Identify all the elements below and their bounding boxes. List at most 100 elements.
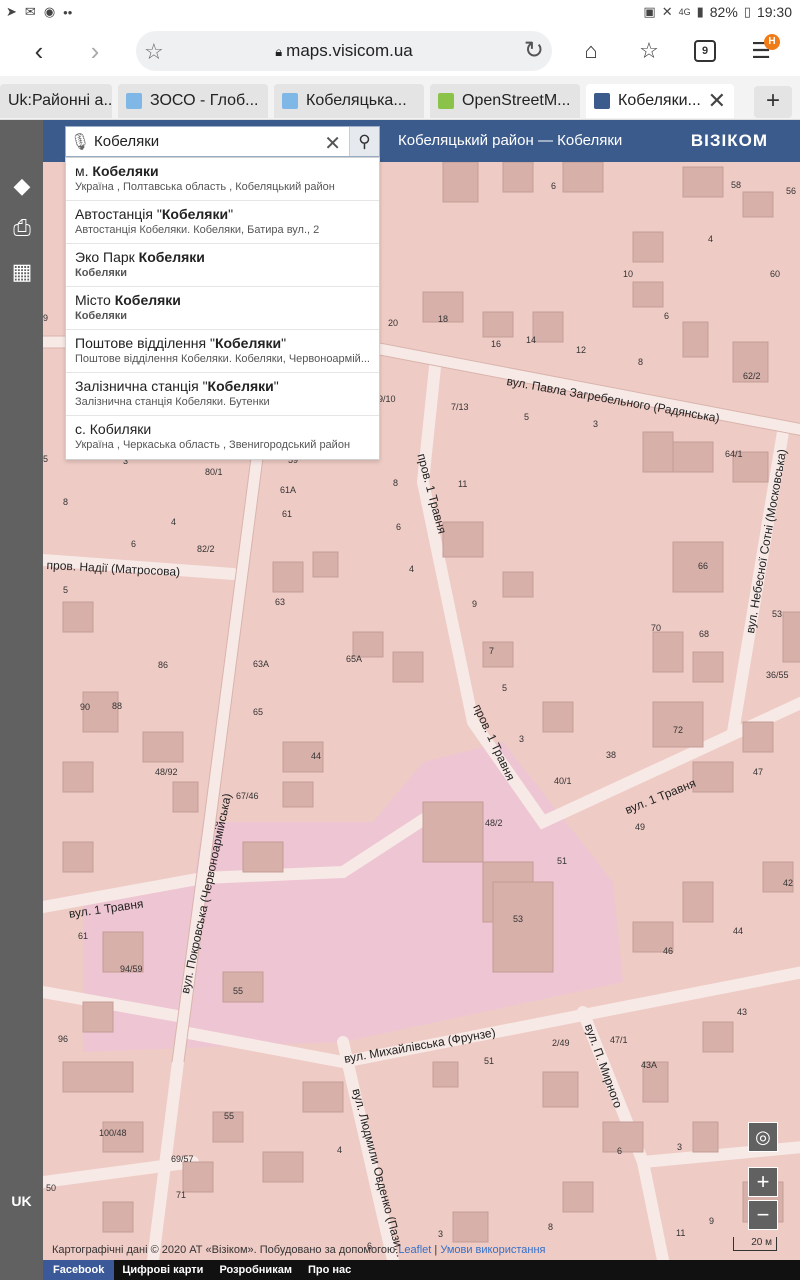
terms-link[interactable]: Умови використання xyxy=(440,1244,545,1256)
svg-text:8: 8 xyxy=(63,497,68,507)
tab-title: Кобеляки... xyxy=(618,92,701,109)
svg-text:46: 46 xyxy=(663,946,673,956)
developers-link[interactable]: Розробникам xyxy=(211,1264,300,1276)
svg-text:3: 3 xyxy=(519,734,524,744)
svg-text:16: 16 xyxy=(491,339,501,349)
address-bar[interactable]: ☆ 🔒︎ maps.visicom.ua ↻ xyxy=(136,31,552,71)
tab-2[interactable]: ЗОСО - Глоб... xyxy=(118,84,268,118)
signal-icon: ▮ xyxy=(696,4,704,19)
new-tab-button[interactable]: + xyxy=(754,86,792,118)
svg-text:48/2: 48/2 xyxy=(485,818,503,828)
svg-text:4: 4 xyxy=(708,234,713,244)
apps-grid-icon[interactable]: ▦ xyxy=(8,258,36,286)
svg-text:48/92: 48/92 xyxy=(155,767,178,777)
suggestion-title-bold: Кобеляки xyxy=(161,206,229,222)
zoom-in-button[interactable]: + xyxy=(748,1167,778,1197)
svg-text:6: 6 xyxy=(664,311,669,321)
search-button[interactable]: ⚲ xyxy=(349,127,379,156)
svg-text:100/48: 100/48 xyxy=(99,1128,127,1138)
tab-4[interactable]: OpenStreetM... xyxy=(430,84,580,118)
svg-text:56: 56 xyxy=(786,186,796,196)
plus-icon: + xyxy=(756,1169,770,1194)
svg-text:9: 9 xyxy=(472,599,477,609)
svg-text:11: 11 xyxy=(676,1228,685,1238)
locate-me-button[interactable]: ◎ xyxy=(748,1122,778,1152)
leaflet-link[interactable]: Leaflet xyxy=(398,1244,431,1256)
svg-text:7: 7 xyxy=(489,646,494,656)
svg-text:20: 20 xyxy=(388,318,398,328)
suggestion-title-end: " xyxy=(281,335,287,351)
chevron-left-icon: ‹ xyxy=(34,35,44,66)
svg-text:67/46: 67/46 xyxy=(236,791,259,801)
svg-text:94/59: 94/59 xyxy=(120,964,143,974)
svg-text:11: 11 xyxy=(458,479,467,489)
svg-text:8: 8 xyxy=(548,1222,553,1232)
svg-text:63: 63 xyxy=(275,597,285,607)
facebook-link[interactable]: Facebook xyxy=(43,1260,115,1280)
suggestion-item[interactable]: Місто Кобеляки Кобеляки xyxy=(66,287,379,330)
svg-text:70: 70 xyxy=(651,623,661,633)
svg-text:80/1: 80/1 xyxy=(205,467,223,477)
svg-text:55: 55 xyxy=(233,986,243,996)
suggestion-item[interactable]: м. Кобеляки Україна , Полтавська область… xyxy=(66,158,379,201)
suggestion-item[interactable]: Поштове відділення "Кобеляки" Поштове ві… xyxy=(66,330,379,373)
tab-1[interactable]: Uk:Районні а... xyxy=(0,84,112,118)
tabs-button[interactable]: 9 xyxy=(686,32,724,70)
suggestion-subtitle: Залізнична станція Кобеляки. Бутенки xyxy=(75,396,270,408)
network-type: 4G xyxy=(678,7,691,17)
back-button[interactable]: ‹ xyxy=(20,32,58,70)
language-switch[interactable]: UK xyxy=(0,1193,43,1209)
bookmarks-button[interactable]: ☆ xyxy=(630,32,668,70)
svg-text:53: 53 xyxy=(772,609,782,619)
svg-text:82/2: 82/2 xyxy=(197,544,215,554)
menu-button[interactable]: ☰ H xyxy=(742,32,780,70)
microphone-icon[interactable]: 🎙︎ xyxy=(66,132,94,152)
svg-text:86: 86 xyxy=(158,660,168,670)
suggestion-subtitle: Україна , Полтавська область , Кобеляцьк… xyxy=(75,181,335,193)
print-icon[interactable]: ⎙ xyxy=(8,214,36,242)
svg-text:3: 3 xyxy=(677,1142,682,1152)
suggestion-title: м. xyxy=(75,163,93,179)
search-input[interactable] xyxy=(94,133,324,150)
target-icon: ◎ xyxy=(755,1127,771,1147)
svg-text:72: 72 xyxy=(673,725,683,735)
suggestion-item[interactable]: Эко Парк Кобеляки Кобеляки xyxy=(66,244,379,287)
svg-text:9: 9 xyxy=(43,313,48,323)
svg-text:51: 51 xyxy=(557,856,567,866)
suggestion-title-bold: Кобеляки xyxy=(138,249,205,265)
clear-search-icon[interactable]: ✕ xyxy=(324,131,341,156)
close-tab-icon[interactable]: ✕ xyxy=(702,88,726,114)
suggestion-item[interactable]: Залізнична станція "Кобеляки" Залізнична… xyxy=(66,373,379,416)
svg-text:51: 51 xyxy=(484,1056,494,1066)
more-notifications-icon: •• xyxy=(63,4,73,20)
suggestion-title: Місто xyxy=(75,292,115,308)
page-footer: Facebook Цифрові карти Розробникам Про н… xyxy=(43,1260,800,1280)
svg-text:42: 42 xyxy=(783,878,793,888)
suggestion-item[interactable]: Автостанція "Кобеляки" Автостанція Кобел… xyxy=(66,201,379,244)
svg-text:58: 58 xyxy=(731,180,741,190)
digital-maps-link[interactable]: Цифрові карти xyxy=(114,1264,211,1276)
svg-text:2/49: 2/49 xyxy=(552,1038,570,1048)
route-icon[interactable]: ◆ xyxy=(8,172,36,200)
suggestion-item[interactable]: с. Кобиляки Україна , Черкаська область … xyxy=(66,416,379,459)
suggestion-title-end: " xyxy=(273,378,279,394)
svg-text:61А: 61А xyxy=(280,485,296,495)
svg-text:6: 6 xyxy=(617,1146,622,1156)
tab-3[interactable]: Кобеляцька... xyxy=(274,84,424,118)
about-link[interactable]: Про нас xyxy=(300,1264,359,1276)
home-button[interactable]: ⌂ xyxy=(572,32,610,70)
tab-5-active[interactable]: Кобеляки... ✕ xyxy=(586,84,734,118)
map-scale: 20 м xyxy=(733,1237,777,1251)
zoom-out-button[interactable]: − xyxy=(748,1200,778,1230)
reload-icon[interactable]: ↻ xyxy=(524,36,544,65)
tab-count: 9 xyxy=(694,40,716,62)
battery-level: 82% xyxy=(709,4,738,20)
attribution-text: Картографічні дані © 2020 АТ «Візіком». … xyxy=(52,1244,399,1256)
svg-text:6: 6 xyxy=(551,181,556,191)
suggestion-title-end: " xyxy=(228,206,234,222)
mail-icon: ✉ xyxy=(24,4,36,19)
suggestion-title: Эко Парк xyxy=(75,249,139,265)
svg-text:63А: 63А xyxy=(253,659,269,669)
forward-button[interactable]: › xyxy=(76,32,114,70)
svg-text:12: 12 xyxy=(576,345,586,355)
